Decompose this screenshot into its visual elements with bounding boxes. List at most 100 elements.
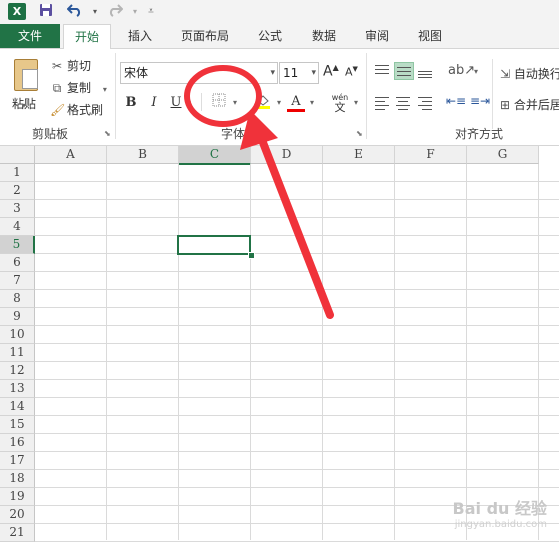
alignment-group-label: 对齐方式 [455,127,504,141]
undo-dropdown-icon[interactable]: ▾ [86,3,104,21]
underline-button[interactable]: U [168,93,184,113]
row-header-2[interactable]: 2 [0,182,35,200]
cut-button[interactable]: ✂ 剪切 [50,57,91,75]
phonetic-button[interactable]: wén 文 [330,93,350,113]
fill-handle[interactable] [248,252,255,259]
row-header-13[interactable]: 13 [0,380,35,398]
font-name-select[interactable]: 宋体 ▾ [120,62,278,84]
column-header-e[interactable]: E [323,146,395,164]
row-header-14[interactable]: 14 [0,398,35,416]
row-header-8[interactable]: 8 [0,290,35,308]
top-align-icon[interactable] [373,63,391,79]
column-header-g[interactable]: G [467,146,539,164]
tab-file[interactable]: 文件 [0,24,60,48]
format-painter-button[interactable]: 🖌 格式刷 [50,101,103,119]
underline-dropdown-icon[interactable]: ▾ [184,93,194,113]
orientation-dropdown-icon[interactable]: ▾ [474,67,478,76]
borders-dropdown-icon[interactable]: ▾ [230,93,240,113]
row-gridline [35,217,559,218]
borders-button[interactable] [210,93,228,113]
save-icon[interactable] [37,3,55,21]
select-all-corner[interactable] [0,146,35,164]
redo-icon[interactable] [106,3,124,21]
active-cell[interactable] [177,235,251,255]
row-header-16[interactable]: 16 [0,434,35,452]
clipboard-launcher-icon[interactable]: ⬊ [104,129,111,138]
increase-font-button[interactable]: A▲ [323,63,339,80]
tab-data[interactable]: 数据 [300,24,348,48]
fill-color-dropdown-icon[interactable]: ▾ [274,93,284,113]
paste-dropdown-icon[interactable]: ▾ [22,101,26,110]
tab-insert[interactable]: 插入 [116,24,164,48]
undo-icon[interactable] [66,3,84,21]
row-gridline [35,181,559,182]
row-gridline [35,433,559,434]
font-launcher-icon[interactable]: ⬊ [356,129,363,138]
tab-view[interactable]: 视图 [406,24,454,48]
row-header-5[interactable]: 5 [0,236,35,254]
decrease-indent-icon[interactable]: ⇤≡ [446,94,466,108]
increase-indent-icon[interactable]: ≡⇥ [470,94,490,108]
column-header-f[interactable]: F [395,146,467,164]
tab-formulas[interactable]: 公式 [246,24,294,48]
row-header-12[interactable]: 12 [0,362,35,380]
row-header-11[interactable]: 11 [0,344,35,362]
fill-color-button[interactable] [253,93,273,113]
column-header-c[interactable]: C [179,146,251,165]
row-header-18[interactable]: 18 [0,470,35,488]
right-align-icon[interactable] [416,95,434,111]
orientation-icon[interactable]: ab↗ [448,63,475,78]
column-header-a[interactable]: A [35,146,107,164]
font-color-dropdown-icon[interactable]: ▾ [307,93,317,113]
row-header-21[interactable]: 21 [0,524,35,542]
column-header-b[interactable]: B [107,146,179,164]
spreadsheet-grid[interactable]: A B C D E F G 1 2 3 4 5 6 7 8 9 10 11 12 13 14 15 16 17 18 19 20 21 [0,146,559,542]
merge-center-button[interactable]: ⊞ 合并后居中 [500,96,559,113]
cut-label: 剪切 [67,59,92,73]
row-header-7[interactable]: 7 [0,272,35,290]
row-header-1[interactable]: 1 [0,164,35,182]
increase-font-label: A [323,63,333,80]
wrap-text-button[interactable]: ⇲ 自动换行 [500,65,559,82]
baidu-watermark: Bai du 经验 jingyan.baidu.com [453,495,547,530]
font-size-select[interactable]: 11 ▾ [279,62,319,84]
row-gridline [35,253,559,254]
row-gridline [35,271,559,272]
row-header-9[interactable]: 9 [0,308,35,326]
tab-review[interactable]: 审阅 [353,24,401,48]
column-gridline [178,164,179,540]
phonetic-dropdown-icon[interactable]: ▾ [351,93,361,113]
row-header-6[interactable]: 6 [0,254,35,272]
customize-icon[interactable]: ⩡ [142,3,160,21]
copy-dropdown-icon[interactable]: ▾ [103,85,107,94]
row-gridline [35,487,559,488]
bold-button[interactable]: B [123,93,139,113]
divider [201,93,202,111]
decrease-font-button[interactable]: A▼ [345,65,358,79]
row-header-4[interactable]: 4 [0,218,35,236]
row-gridline [35,235,559,236]
row-header-19[interactable]: 19 [0,488,35,506]
row-header-15[interactable]: 15 [0,416,35,434]
row-header-20[interactable]: 20 [0,506,35,524]
row-header-3[interactable]: 3 [0,200,35,218]
font-color-button[interactable]: A [287,93,305,112]
middle-align-icon[interactable] [394,62,414,80]
left-align-icon[interactable] [373,95,391,111]
center-align-icon[interactable] [394,95,412,111]
merge-center-label: 合并后居中 [513,98,559,112]
row-gridline [35,289,559,290]
copy-button[interactable]: ⧉ 复制 ▾ [50,79,107,97]
column-header-d[interactable]: D [251,146,323,164]
ribbon-tabs: 文件 开始 插入 页面布局 公式 数据 审阅 视图 [0,24,559,50]
row-gridline [35,199,559,200]
merge-icon: ⊞ [500,98,511,112]
column-gridline [538,164,539,540]
excel-app-icon: X [8,3,26,20]
tab-home[interactable]: 开始 [63,24,111,50]
row-header-17[interactable]: 17 [0,452,35,470]
row-header-10[interactable]: 10 [0,326,35,344]
tab-page-layout[interactable]: 页面布局 [172,24,238,48]
italic-button[interactable]: I [146,93,162,113]
bottom-align-icon[interactable] [416,63,434,79]
